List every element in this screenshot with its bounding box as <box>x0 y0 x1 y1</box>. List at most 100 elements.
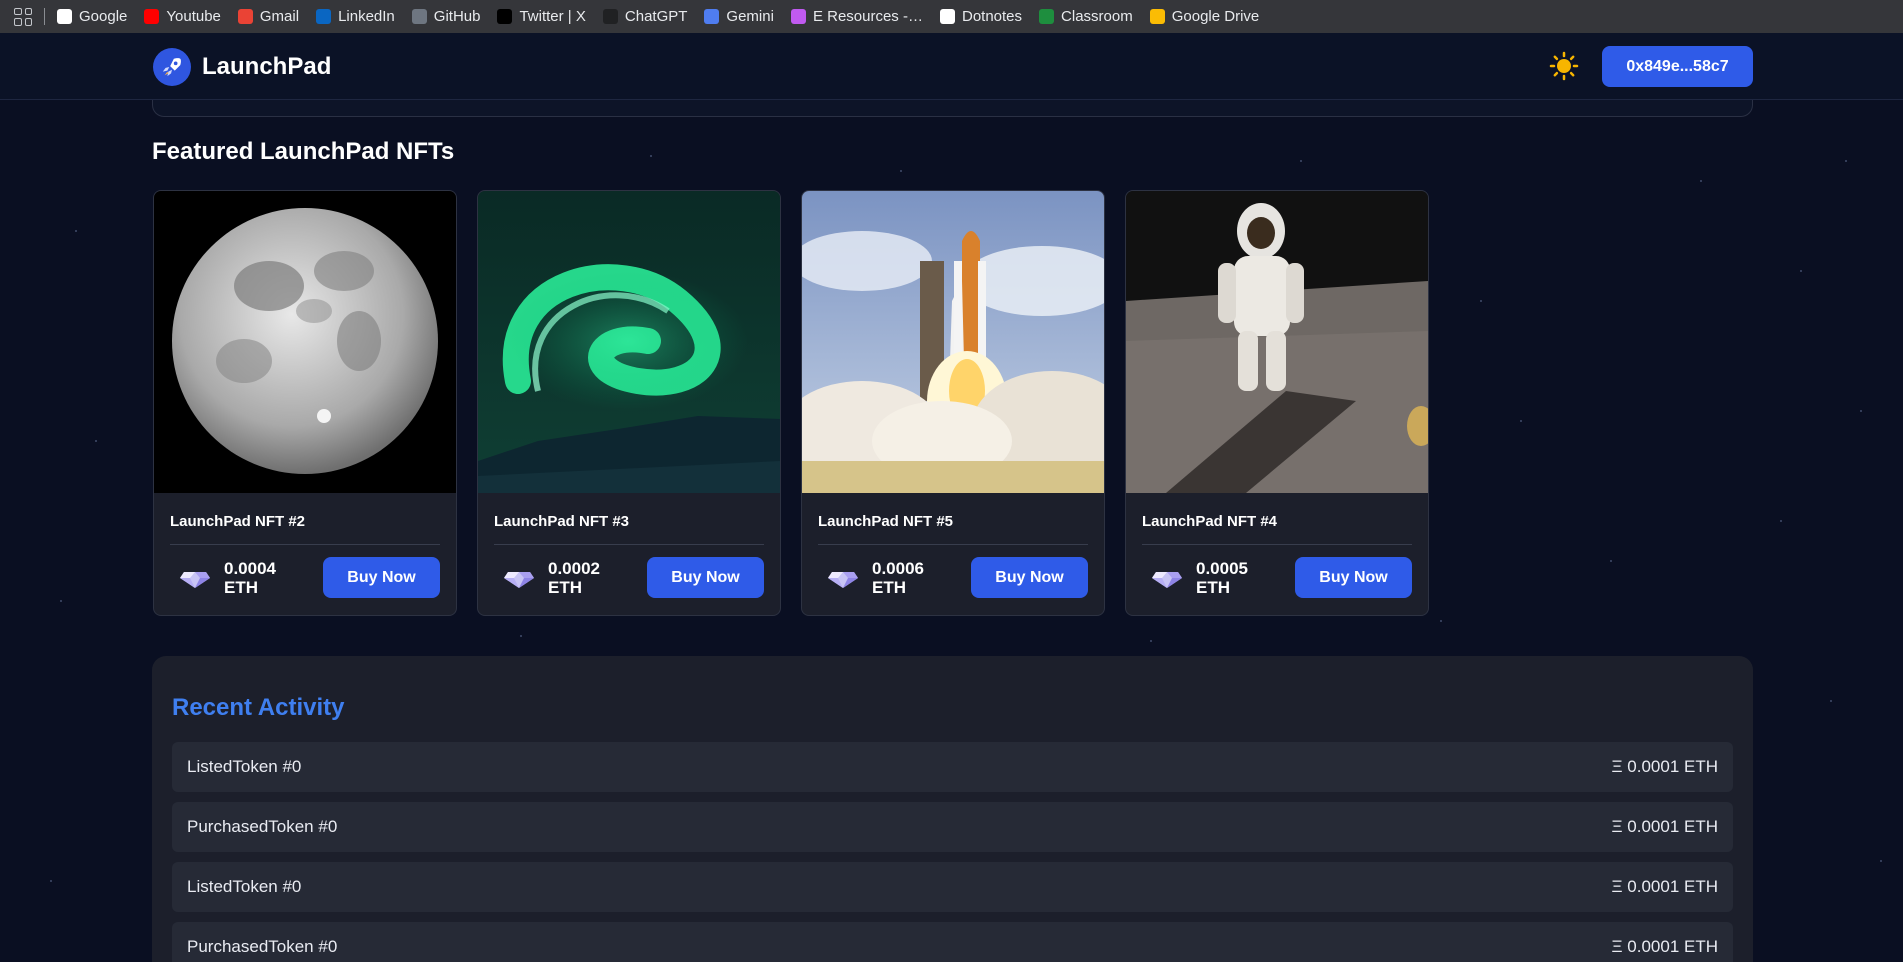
nft-price-unit: ETH <box>548 577 582 597</box>
bookmark-item[interactable]: LinkedIn <box>316 8 395 25</box>
google-icon <box>57 9 72 24</box>
nft-price-row: 0.0002 ETH Buy Now <box>494 557 764 598</box>
bookmark-label: E Resources -… <box>812 8 923 25</box>
wallet-address-button[interactable]: 0x849e...58c7 <box>1602 46 1753 87</box>
nft-grid: LaunchPad NFT #2 0.0004 ETH Buy Now Laun… <box>153 190 1429 616</box>
nft-card-body: LaunchPad NFT #2 0.0004 ETH Buy Now <box>154 493 456 598</box>
youtube-icon <box>144 9 160 24</box>
eth-gem-icon <box>828 571 858 588</box>
activity-row: PurchasedToken #0 Ξ 0.0001 ETH <box>172 922 1733 962</box>
bookmark-label: Gmail <box>259 8 300 25</box>
bookmark-label: GitHub <box>433 8 481 25</box>
eth-gem-icon <box>1152 571 1182 588</box>
recent-activity-panel: Recent Activity ListedToken #0 Ξ 0.0001 … <box>152 656 1753 962</box>
bookmark-label: Youtube <box>166 8 221 25</box>
bookmark-label: ChatGPT <box>624 8 688 25</box>
nft-price-row: 0.0006 ETH Buy Now <box>818 557 1088 598</box>
sun-icon <box>1549 51 1579 81</box>
x-icon <box>497 9 513 24</box>
buy-now-button[interactable]: Buy Now <box>1295 557 1412 598</box>
linkedin-icon <box>316 9 332 24</box>
nft-price-unit: ETH <box>872 577 906 597</box>
bookmark-item[interactable]: GitHub <box>411 8 481 25</box>
bookmark-item[interactable]: Youtube <box>144 8 221 25</box>
nft-price-text: 0.0002 ETH <box>548 559 620 597</box>
nft-price: 0.0002 ETH <box>494 559 620 597</box>
nft-card[interactable]: LaunchPad NFT #4 0.0005 ETH Buy Now <box>1125 190 1429 616</box>
eth-gem-icon <box>504 571 534 588</box>
activity-amount: Ξ 0.0001 ETH <box>1611 757 1719 776</box>
bookmark-item[interactable]: Google Drive <box>1149 8 1260 25</box>
nft-price-text: 0.0005 ETH <box>1196 559 1268 597</box>
nft-price-value: 0.0004 <box>224 558 276 578</box>
logo[interactable]: LaunchPad <box>153 48 331 86</box>
gmail-icon <box>237 9 253 24</box>
nft-price-text: 0.0004 ETH <box>224 559 296 597</box>
rocket-icon <box>153 48 191 86</box>
bookmark-item[interactable]: Twitter | X <box>497 8 586 25</box>
bookmark-item[interactable]: E Resources -… <box>790 8 923 25</box>
eresources-icon <box>790 9 806 24</box>
nft-card[interactable]: LaunchPad NFT #2 0.0004 ETH Buy Now <box>153 190 457 616</box>
bookmark-label: Google <box>79 8 128 25</box>
apps-grid-icon[interactable] <box>14 7 32 26</box>
nft-image[interactable] <box>154 191 456 493</box>
nft-price-value: 0.0002 <box>548 558 600 578</box>
nft-card-body: LaunchPad NFT #4 0.0005 ETH Buy Now <box>1126 493 1428 598</box>
nft-card[interactable]: LaunchPad NFT #3 0.0002 ETH Buy Now <box>477 190 781 616</box>
activity-event: ListedToken #0 <box>187 877 302 896</box>
nft-price-unit: ETH <box>1196 577 1230 597</box>
dotnotes-icon <box>939 9 955 24</box>
nft-name: LaunchPad NFT #2 <box>170 513 440 545</box>
nft-price: 0.0006 ETH <box>818 559 944 597</box>
activity-row: PurchasedToken #0 Ξ 0.0001 ETH <box>172 802 1733 852</box>
nft-image[interactable] <box>1126 191 1428 493</box>
buy-now-button[interactable]: Buy Now <box>971 557 1088 598</box>
theme-toggle-button[interactable] <box>1548 50 1580 82</box>
activity-event: ListedToken #0 <box>187 757 302 776</box>
nft-name: LaunchPad NFT #4 <box>1142 513 1412 545</box>
bookmark-label: Google Drive <box>1171 8 1260 25</box>
featured-section-title: Featured LaunchPad NFTs <box>152 138 455 165</box>
buy-now-button[interactable]: Buy Now <box>323 557 440 598</box>
bookmark-item[interactable]: Classroom <box>1039 8 1133 25</box>
bookmark-item[interactable]: Google <box>57 8 127 25</box>
gemini-icon <box>704 9 720 24</box>
nft-price-row: 0.0005 ETH Buy Now <box>1142 557 1412 598</box>
activity-event: PurchasedToken #0 <box>187 937 338 956</box>
nft-name: LaunchPad NFT #5 <box>818 513 1088 545</box>
activity-amount: Ξ 0.0001 ETH <box>1611 877 1719 896</box>
recent-activity-title: Recent Activity <box>172 694 345 721</box>
app-header: LaunchPad 0x849e...58c7 <box>0 33 1903 100</box>
bookmark-list: Google Youtube Gmail LinkedIn GitHub Twitter … <box>57 8 1276 25</box>
classroom-icon <box>1039 9 1055 24</box>
bookmark-label: Twitter | X <box>519 8 586 25</box>
nft-card-body: LaunchPad NFT #3 0.0002 ETH Buy Now <box>478 493 780 598</box>
bookmarks-divider <box>44 8 45 25</box>
bookmark-item[interactable]: Dotnotes <box>939 8 1022 25</box>
bookmark-label: Gemini <box>726 8 774 25</box>
activity-row: ListedToken #0 Ξ 0.0001 ETH <box>172 862 1733 912</box>
google-drive-icon <box>1149 9 1165 24</box>
github-icon <box>411 9 427 24</box>
nft-price-value: 0.0005 <box>1196 558 1248 578</box>
chatgpt-icon <box>602 9 618 24</box>
activity-list: ListedToken #0 Ξ 0.0001 ETH PurchasedToke… <box>172 742 1733 962</box>
nft-price-unit: ETH <box>224 577 258 597</box>
activity-event: PurchasedToken #0 <box>187 817 338 836</box>
activity-amount: Ξ 0.0001 ETH <box>1611 817 1719 836</box>
bookmark-item[interactable]: Gmail <box>237 8 300 25</box>
buy-now-button[interactable]: Buy Now <box>647 557 764 598</box>
bookmark-item[interactable]: Gemini <box>704 8 774 25</box>
nft-image[interactable] <box>802 191 1104 493</box>
nft-card[interactable]: LaunchPad NFT #5 0.0006 ETH Buy Now <box>801 190 1105 616</box>
bookmark-item[interactable]: ChatGPT <box>602 8 688 25</box>
nft-price: 0.0004 ETH <box>170 559 296 597</box>
bookmark-label: Classroom <box>1061 8 1133 25</box>
bookmark-label: LinkedIn <box>338 8 395 25</box>
app-name: LaunchPad <box>202 53 332 80</box>
activity-row: ListedToken #0 Ξ 0.0001 ETH <box>172 742 1733 792</box>
nft-card-body: LaunchPad NFT #5 0.0006 ETH Buy Now <box>802 493 1104 598</box>
nft-price-value: 0.0006 <box>872 558 924 578</box>
nft-image[interactable] <box>478 191 780 493</box>
